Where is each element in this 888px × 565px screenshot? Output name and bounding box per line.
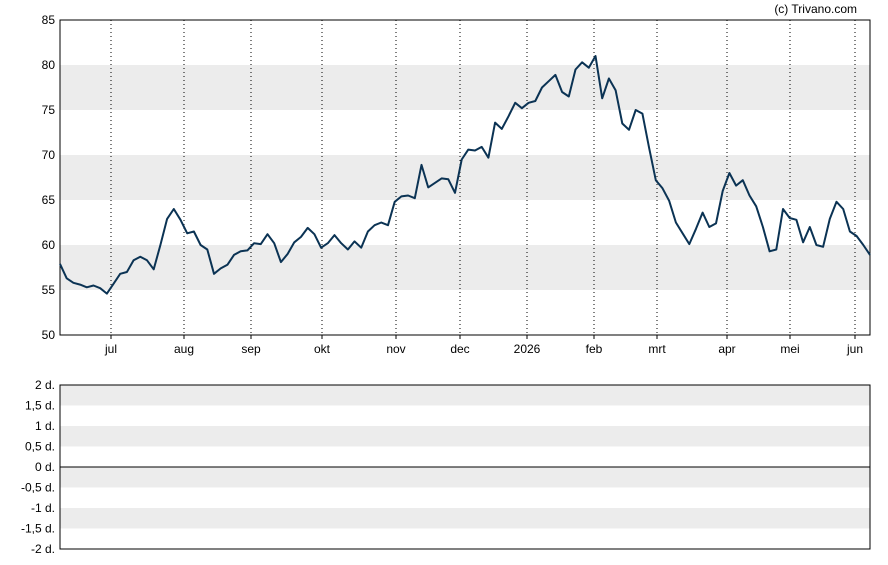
sub-y-tick-label: 2 d. [35,378,55,392]
sub-y-tick-label: -1 d. [31,501,55,515]
x-tick-label: mrt [648,342,666,356]
x-tick-label: feb [586,342,603,356]
main-chart-bands [60,65,870,290]
main-band-0 [60,65,870,110]
x-tick-label: apr [718,342,735,356]
x-tick-label: dec [450,342,469,356]
sub-band-3 [60,508,870,529]
x-tick-label: nov [386,342,405,356]
sub-y-tick-label: 0 d. [35,460,55,474]
sub-y-tick-label: -2 d. [31,542,55,556]
x-tick-label: okt [314,342,331,356]
y-tick-label: 55 [42,283,56,297]
y-tick-label: 80 [42,58,56,72]
sub-y-axis: 2 d. 1,5 d. 1 d. 0,5 d. 0 d. -0,5 d. -1 d. -1,5… [21,378,55,556]
stock-chart: 85 80 75 70 65 60 55 50 jul aug sep okt nov dec 2026 f… [21,2,871,556]
x-tick-label: aug [174,342,194,356]
sub-y-tick-label: -0,5 d. [21,481,55,495]
sub-y-tick-label: 0,5 d. [25,440,55,454]
sub-y-tick-label: -1,5 d. [21,522,55,536]
sub-y-tick-label: 1,5 d. [25,399,55,413]
sub-chart-bands [60,385,870,529]
y-tick-label: 65 [42,193,56,207]
x-tick-label: jul [104,342,117,356]
main-y-axis: 85 80 75 70 65 60 55 50 [42,13,56,342]
x-tick-label: sep [241,342,261,356]
main-band-2 [60,245,870,290]
sub-band-0 [60,385,870,406]
copyright-text: (c) Trivano.com [774,2,857,16]
main-x-axis: jul aug sep okt nov dec 2026 feb mrt apr mei jun [104,335,863,356]
y-tick-label: 60 [42,238,56,252]
y-tick-label: 85 [42,13,56,27]
x-tick-label: jun [846,342,863,356]
x-tick-label: mei [780,342,799,356]
sub-band-2 [60,467,870,488]
sub-y-tick-label: 1 d. [35,419,55,433]
x-tick-label: 2026 [514,342,541,356]
y-tick-label: 75 [42,103,56,117]
y-tick-label: 50 [42,328,56,342]
sub-band-1 [60,426,870,447]
y-tick-label: 70 [42,148,56,162]
